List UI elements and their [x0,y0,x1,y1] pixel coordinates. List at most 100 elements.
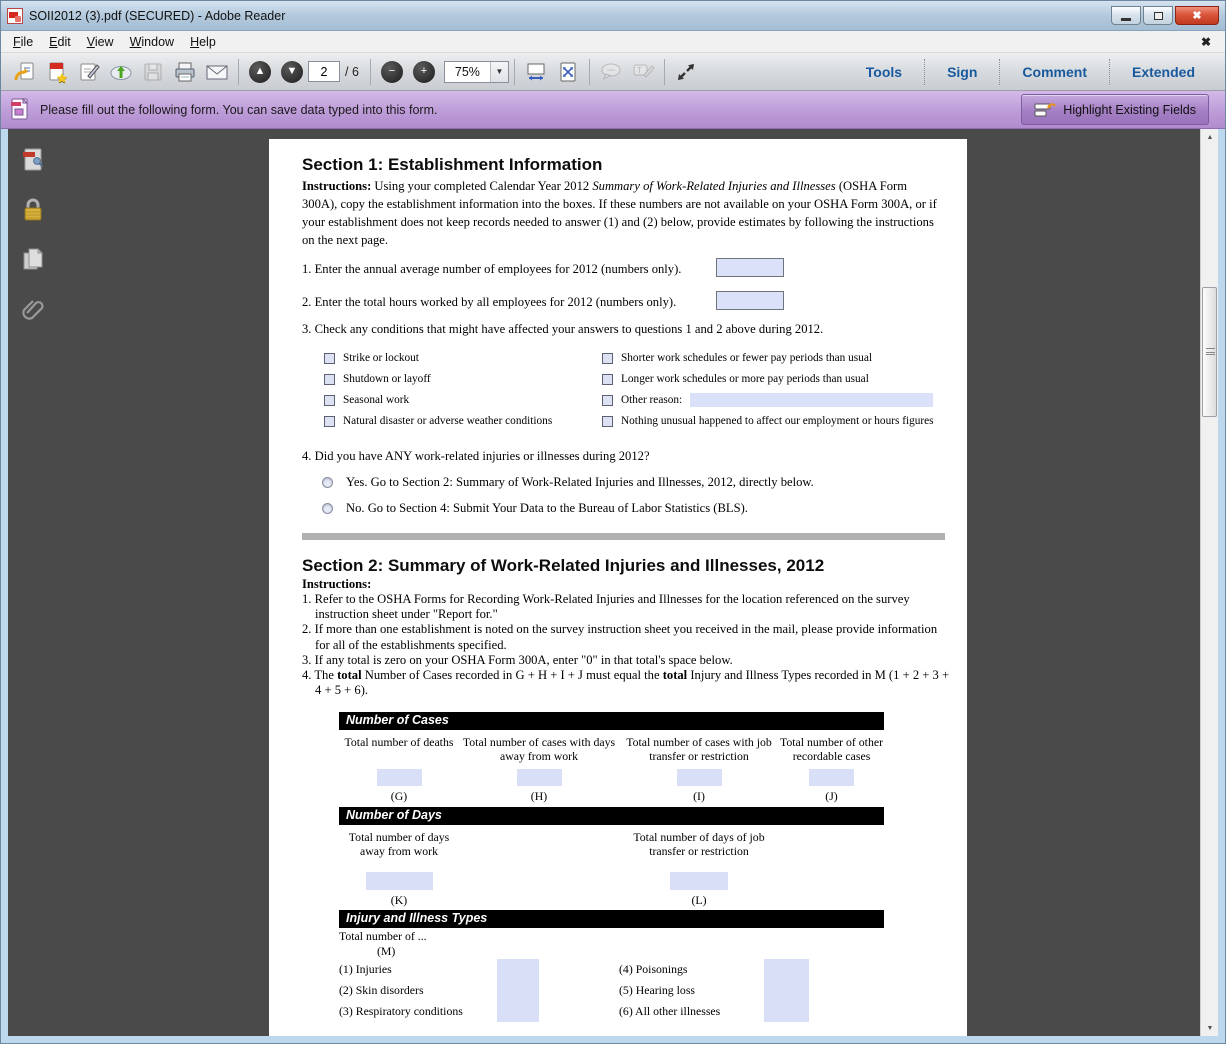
print-button[interactable] [169,57,201,87]
zoom-out-button[interactable]: − [376,57,408,87]
zoom-dropdown-button[interactable]: ▼ [490,62,508,82]
comment-bubble-button[interactable] [595,57,627,87]
toolbar-panels: Tools Sign Comment Extended [844,53,1217,90]
save-button[interactable] [137,57,169,87]
pages-panel-button[interactable] [20,247,46,273]
highlight-fields-icon [1034,101,1056,118]
checkbox-longer-schedules[interactable]: Longer work schedules or more pay period… [602,372,943,386]
days-transfer-input[interactable] [670,872,728,890]
radio-yes-row[interactable]: Yes. Go to Section 2: Summary of Work-Re… [322,475,943,490]
text-markup-button[interactable]: T [627,57,659,87]
previous-page-button[interactable]: ▲ [244,57,276,87]
next-page-button[interactable]: ▼ [276,57,308,87]
checkbox-icon[interactable] [602,353,613,364]
poisonings-input[interactable] [764,959,809,980]
days-away-cases-input[interactable] [517,769,562,786]
open-icon [13,60,37,84]
radio-icon[interactable] [322,503,333,514]
checkbox-icon[interactable] [324,395,335,406]
attachment-paperclip-icon [21,297,45,323]
injuries-input[interactable] [497,959,539,980]
menu-view[interactable]: View [79,33,122,51]
checkbox-shutdown[interactable]: Shutdown or layoff [324,372,602,386]
zoom-in-button[interactable]: + [408,57,440,87]
scroll-down-icon[interactable]: ▼ [1201,1020,1219,1036]
injury-types-header: Injury and Illness Types [339,910,884,928]
code-K: (K) [339,893,459,907]
hearing-loss-input[interactable] [764,980,809,1001]
close-button[interactable]: ✖ [1175,6,1219,25]
create-pdf-button[interactable] [41,57,73,87]
security-settings-button[interactable] [20,197,46,223]
hours-worked-input[interactable] [716,291,784,310]
reading-mode-button[interactable] [670,57,702,87]
menu-window[interactable]: Window [122,33,182,51]
employees-input[interactable] [716,258,784,277]
highlight-existing-fields-button[interactable]: Highlight Existing Fields [1021,94,1209,125]
text-markup-icon: T [630,61,656,83]
checkbox-icon[interactable] [602,395,613,406]
checkbox-nothing-unusual[interactable]: Nothing unusual happened to affect our e… [602,414,943,428]
scrollbar-thumb[interactable] [1202,287,1217,417]
other-illnesses-input[interactable] [764,1001,809,1022]
checkbox-seasonal[interactable]: Seasonal work [324,393,602,407]
open-button[interactable] [9,57,41,87]
checkbox-icon[interactable] [324,416,335,427]
tab-comment[interactable]: Comment [999,59,1109,85]
menu-help[interactable]: Help [182,33,224,51]
cloud-upload-button[interactable] [105,57,137,87]
fit-width-button[interactable] [520,57,552,87]
sign-pen-button[interactable] [73,57,105,87]
checkbox-natural-disaster[interactable]: Natural disaster or adverse weather cond… [324,414,602,428]
document-close-icon[interactable]: ✖ [1201,35,1211,49]
page-total-label: / 6 [345,65,359,79]
cases-col-other: Total number of other recordable cases [779,730,884,763]
days-columns: Total number of days away from work Tota… [339,825,884,907]
chevron-down-icon: ▼ [495,67,503,76]
respiratory-input[interactable] [497,1001,539,1022]
cases-col-transfer: Total number of cases with job transfer … [619,730,779,763]
vertical-scrollbar[interactable]: ▲ ▼ [1200,129,1218,1036]
attachments-panel-button[interactable] [20,297,46,323]
question4-label: 4. Did you have ANY work-related injurie… [302,449,943,464]
pdf-file-icon [7,8,23,24]
tab-extended[interactable]: Extended [1109,59,1217,85]
poisonings-label: (4) Poisonings [619,962,764,977]
close-icon: ✖ [1192,9,1201,22]
days-away-input[interactable] [366,872,433,890]
radio-icon[interactable] [322,477,333,488]
total-number-label: Total number of ... [339,929,884,944]
zoom-level-select[interactable]: 75% ▼ [444,61,509,83]
checkbox-icon[interactable] [324,374,335,385]
checkbox-icon[interactable] [602,374,613,385]
menu-edit[interactable]: Edit [41,33,79,51]
menu-bar: File Edit View Window Help ✖ [1,31,1225,53]
page-thumbnails-button[interactable] [20,147,46,173]
checkbox-shorter-schedules[interactable]: Shorter work schedules or fewer pay peri… [602,351,943,365]
fit-page-button[interactable] [552,57,584,87]
email-button[interactable] [201,57,233,87]
page-number-input[interactable] [308,61,340,82]
restore-button[interactable] [1143,6,1173,25]
summary-table: Number of Cases Total number of deaths T… [339,712,884,1022]
zoom-out-icon: − [381,61,403,83]
deaths-input[interactable] [377,769,422,786]
checkbox-icon[interactable] [324,353,335,364]
transfer-cases-input[interactable] [677,769,722,786]
other-reason-input[interactable] [690,393,933,407]
page-down-icon: ▼ [281,61,303,83]
checkbox-other-reason[interactable]: Other reason: [602,393,943,407]
skin-disorders-input[interactable] [497,980,539,1001]
checkbox-icon[interactable] [602,416,613,427]
question1-row: 1. Enter the annual average number of em… [302,258,943,283]
other-cases-input[interactable] [809,769,854,786]
tab-sign[interactable]: Sign [924,59,999,85]
radio-no-row[interactable]: No. Go to Section 4: Submit Your Data to… [322,501,943,516]
menu-file[interactable]: File [5,33,41,51]
checkbox-strike[interactable]: Strike or lockout [324,351,602,365]
toolbar-separator [589,59,590,85]
injuries-label: (1) Injuries [339,962,497,977]
scroll-up-icon[interactable]: ▲ [1201,129,1219,145]
tab-tools[interactable]: Tools [844,59,924,85]
minimize-button[interactable] [1111,6,1141,25]
